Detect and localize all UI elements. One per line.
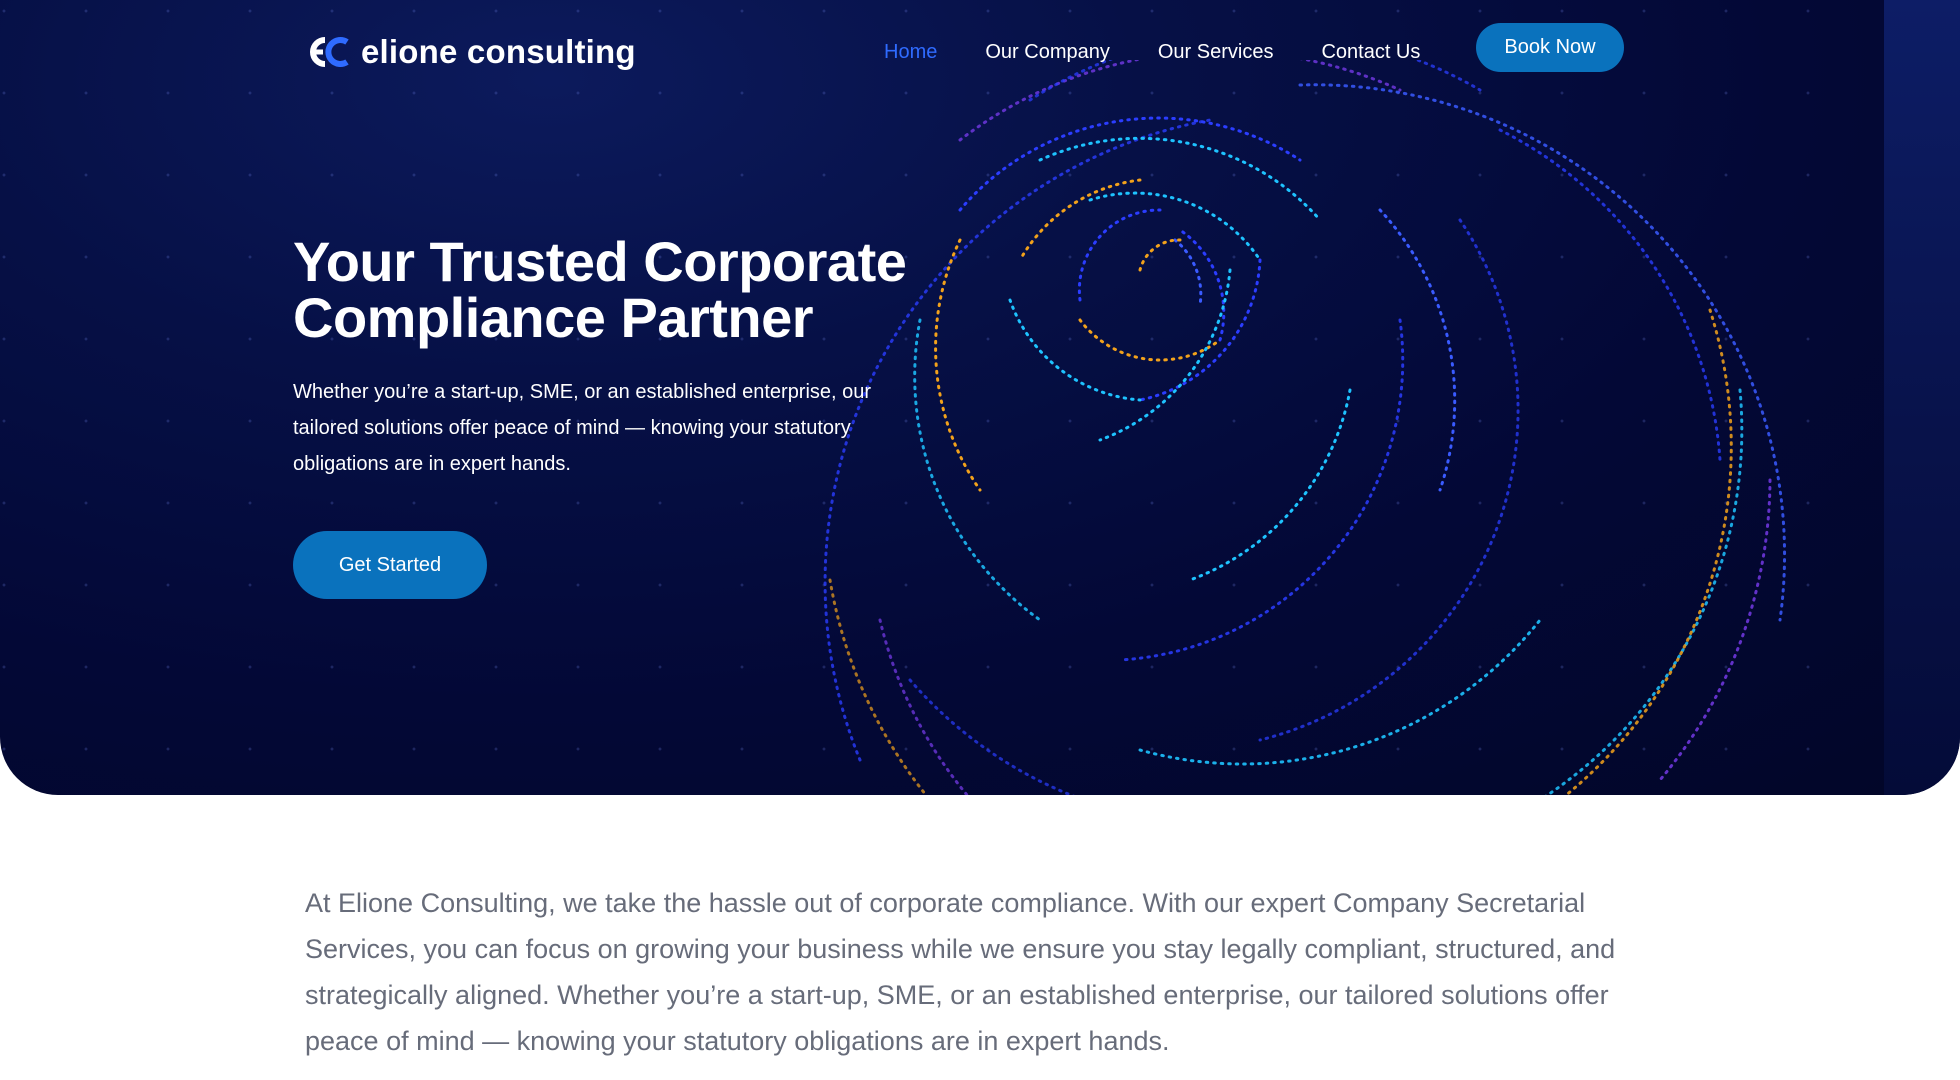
hero-title-line-1: Your Trusted Corporate <box>293 230 907 293</box>
hero-title-line-2: Compliance Partner <box>293 286 814 349</box>
get-started-button[interactable]: Get Started <box>293 531 487 599</box>
hero-subtitle: Whether you’re a start-up, SME, or an es… <box>293 381 872 475</box>
nav-item-our-company[interactable]: Our Company <box>985 38 1110 66</box>
brand-name: elione consulting <box>361 33 636 70</box>
hero-title: Your Trusted Corporate Compliance Partne… <box>293 234 1013 346</box>
main-navigation: Home Our Company Our Services Contact Us <box>884 38 1468 66</box>
intro-paragraph: At Elione Consulting, we take the hassle… <box>305 888 1616 1056</box>
elione-logo-icon <box>310 37 349 67</box>
nav-item-contact-us[interactable]: Contact Us <box>1321 38 1420 66</box>
hero-section: elione consulting Home Our Company Our S… <box>0 0 1960 795</box>
dotted-orbit-sphere-graphic <box>823 60 1787 795</box>
book-now-button[interactable]: Book Now <box>1476 23 1624 72</box>
brand-logo[interactable]: elione consulting <box>305 30 636 74</box>
nav-item-our-services[interactable]: Our Services <box>1158 38 1274 66</box>
edge-band <box>1884 0 1960 795</box>
nav-item-home[interactable]: Home <box>884 38 937 66</box>
